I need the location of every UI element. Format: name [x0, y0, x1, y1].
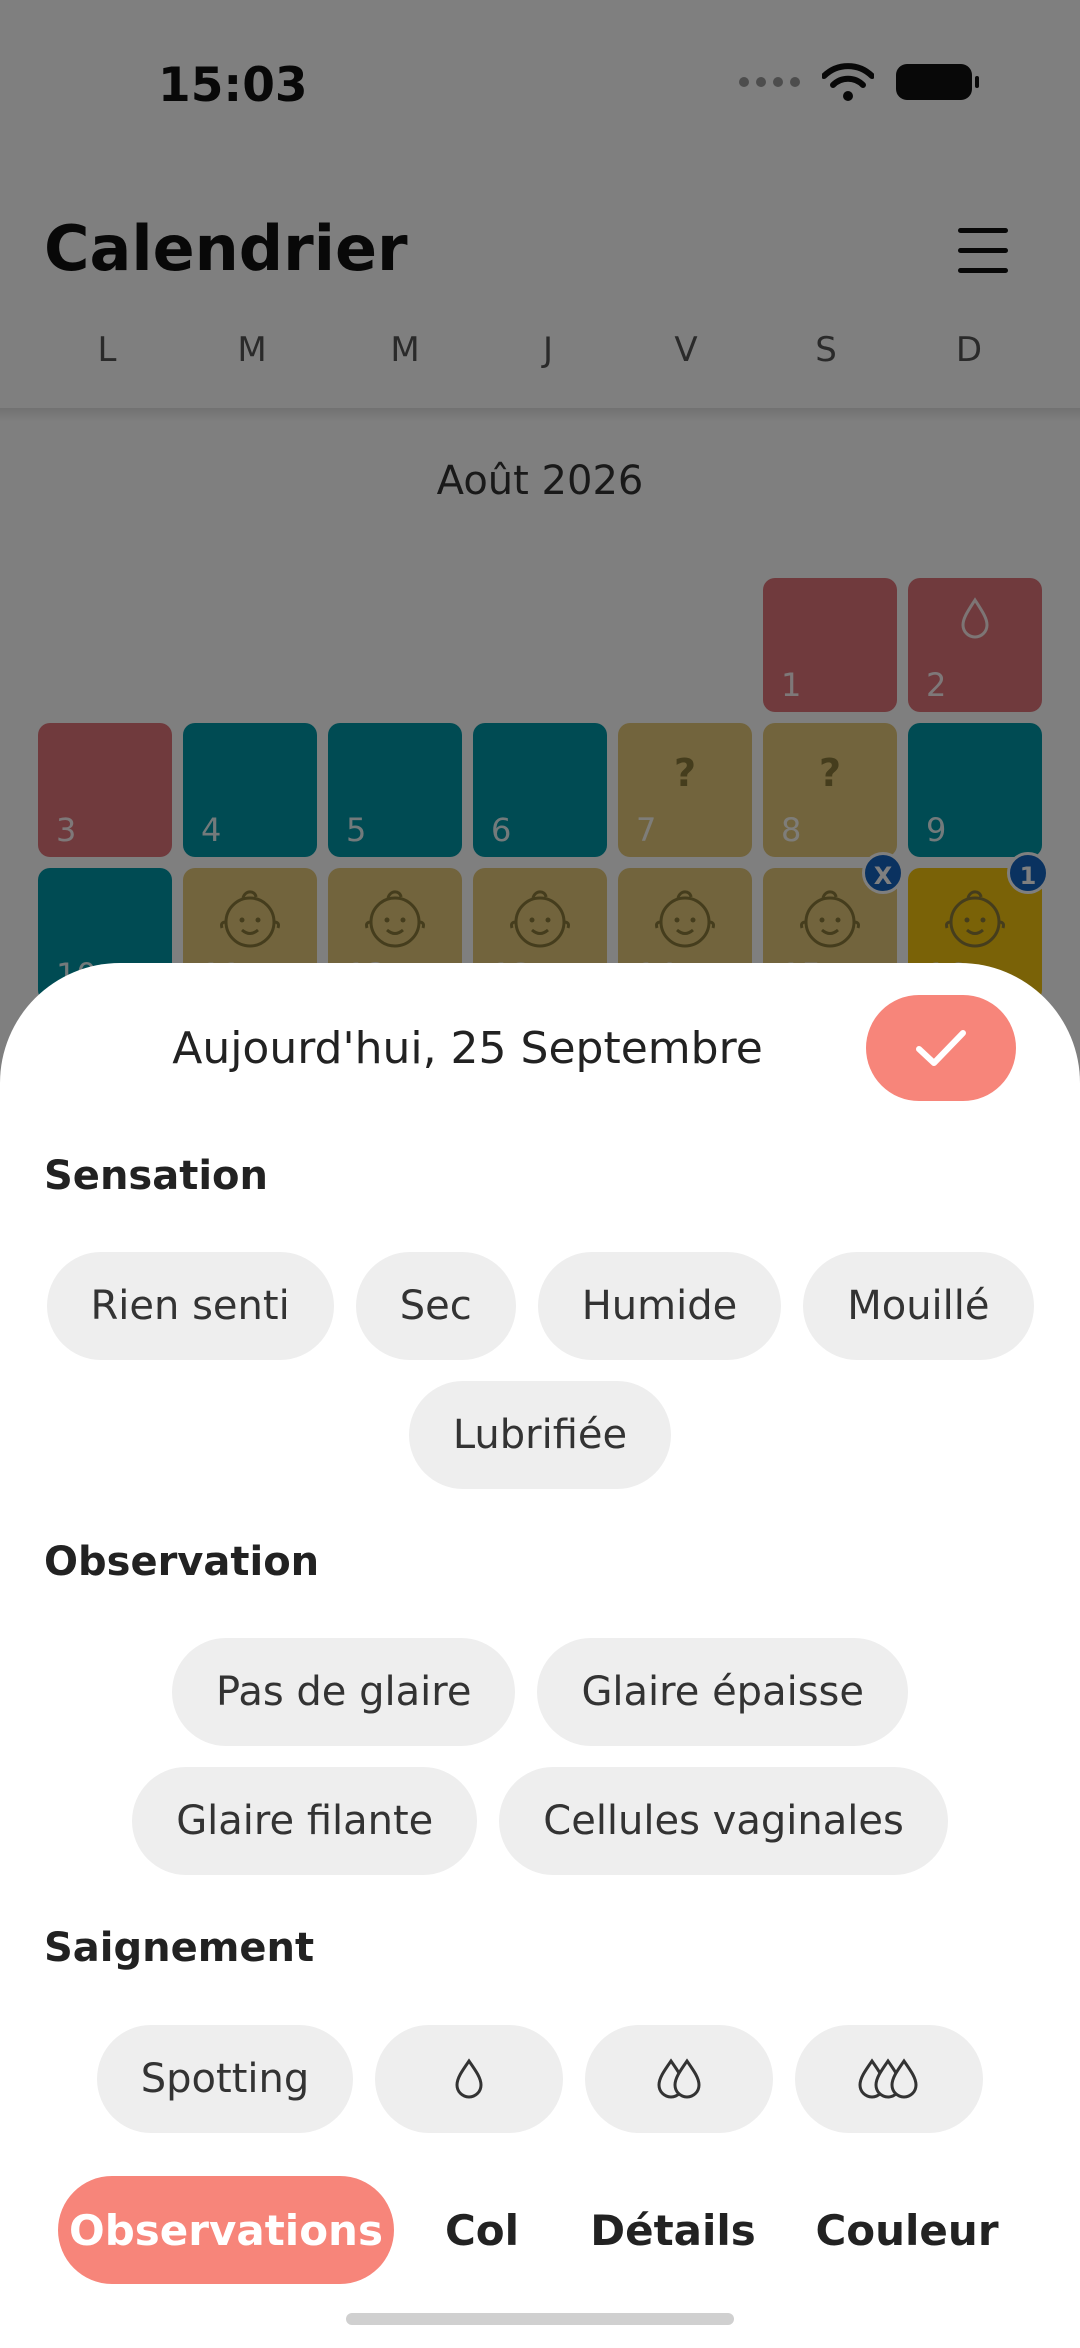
- option-spotting[interactable]: Spotting: [96, 2025, 354, 2133]
- observation-sheet: Aujourd'hui, 25 Septembre Sensation Rien…: [0, 963, 1080, 2348]
- option-lubrifiee[interactable]: Lubrifiée: [408, 1381, 672, 1489]
- tab-details[interactable]: Détails: [570, 2176, 776, 2284]
- section-label-observation: Observation: [44, 1539, 320, 1585]
- option-medium-bleeding[interactable]: [585, 2025, 774, 2133]
- option-mouille[interactable]: Mouillé: [803, 1252, 1034, 1360]
- section-label-saignement: Saignement: [44, 1925, 315, 1971]
- option-heavy-bleeding[interactable]: [795, 2025, 984, 2133]
- home-indicator: [346, 2313, 734, 2325]
- tab-couleur[interactable]: Couleur: [776, 2176, 1038, 2284]
- sensation-options-row2: Lubrifiée: [0, 1381, 1080, 1489]
- sensation-options: Rien senti Sec Humide Mouillé: [0, 1252, 1080, 1360]
- option-pas-de-glaire[interactable]: Pas de glaire: [172, 1638, 516, 1746]
- check-icon: [916, 1030, 966, 1066]
- double-drop-icon: [657, 2058, 701, 2099]
- option-cellules-vaginales[interactable]: Cellules vaginales: [499, 1767, 948, 1875]
- tab-observations[interactable]: Observations: [58, 2176, 394, 2284]
- section-label-sensation: Sensation: [44, 1153, 269, 1199]
- triple-drop-icon: [858, 2058, 918, 2099]
- tab-col[interactable]: Col: [394, 2176, 570, 2284]
- observation-options-row2: Glaire filante Cellules vaginales: [0, 1767, 1080, 1875]
- option-humide[interactable]: Humide: [537, 1252, 782, 1360]
- drop-icon: [455, 2058, 483, 2099]
- sheet-tab-bar: Observations Col Détails Couleur: [58, 2176, 1038, 2284]
- option-glaire-epaisse[interactable]: Glaire épaisse: [537, 1638, 908, 1746]
- option-rien-senti[interactable]: Rien senti: [46, 1252, 334, 1360]
- sheet-title: Aujourd'hui, 25 Septembre: [172, 1023, 763, 1074]
- option-sec[interactable]: Sec: [355, 1252, 516, 1360]
- option-glaire-filante[interactable]: Glaire filante: [132, 1767, 478, 1875]
- option-light-bleeding[interactable]: [375, 2025, 564, 2133]
- confirm-button[interactable]: [866, 995, 1016, 1101]
- observation-options: Pas de glaire Glaire épaisse: [0, 1638, 1080, 1746]
- saignement-options: Spotting: [0, 2025, 1080, 2133]
